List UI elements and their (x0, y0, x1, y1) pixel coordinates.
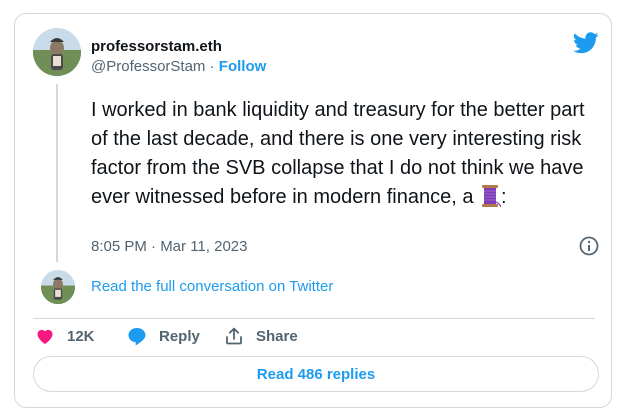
reply-label: Reply (159, 327, 200, 345)
author-handle[interactable]: @ProfessorStam (91, 58, 205, 75)
tweet-body: I worked in bank liquidity and treasury … (91, 99, 585, 208)
author-display-name[interactable]: professorstam.eth (91, 38, 222, 56)
reply-bubble-icon (128, 328, 146, 346)
twitter-bird-icon[interactable] (573, 32, 599, 54)
follow-link[interactable]: Follow (219, 58, 267, 75)
handle-separator: · (205, 58, 219, 75)
like-count: 12K (67, 327, 95, 345)
thread-spool-icon (479, 184, 502, 208)
share-button[interactable]: Share (224, 326, 298, 346)
info-icon[interactable] (579, 236, 599, 256)
thread-line (56, 84, 58, 262)
read-full-conversation-link[interactable]: Read the full conversation on Twitter (91, 278, 333, 295)
tweet-text: I worked in bank liquidity and treasury … (91, 96, 596, 212)
divider (33, 318, 595, 319)
share-upload-icon (226, 327, 242, 345)
like-button[interactable]: 12K (35, 326, 95, 346)
author-avatar[interactable] (33, 28, 81, 76)
author-handle-row: @ProfessorStam · Follow (91, 58, 266, 76)
read-replies-button[interactable]: Read 486 replies (33, 356, 599, 392)
share-label: Share (256, 327, 298, 345)
reply-button[interactable]: Reply (127, 326, 200, 346)
tweet-card: professorstam.eth @ProfessorStam · Follo… (14, 13, 612, 408)
tweet-timestamp[interactable]: 8:05 PM · Mar 11, 2023 (91, 238, 247, 255)
heart-icon (37, 329, 53, 344)
conversation-avatar[interactable] (41, 270, 75, 304)
tweet-text-end: : (501, 186, 507, 208)
